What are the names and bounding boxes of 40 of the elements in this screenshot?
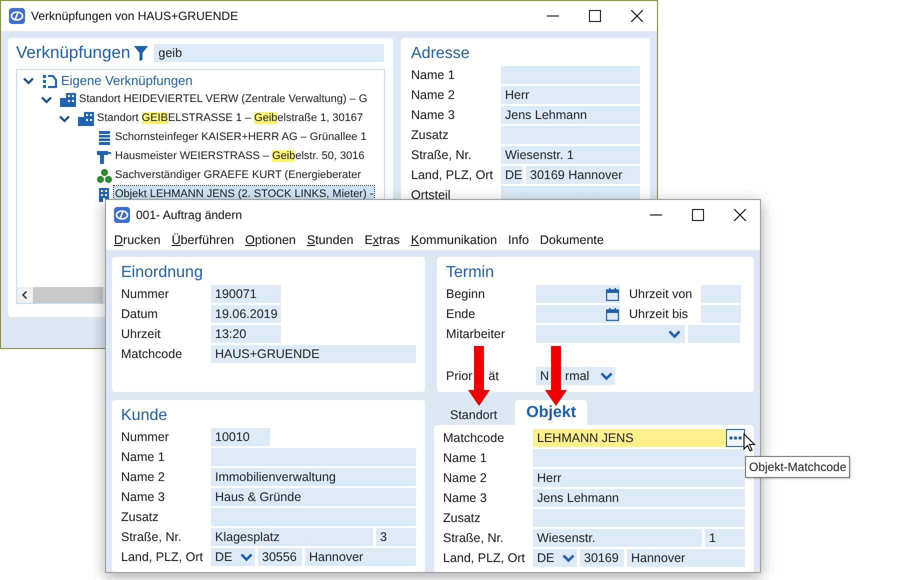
window-title: 001- Auftrag ändern	[136, 207, 242, 224]
field-label: Uhrzeit	[121, 326, 162, 343]
field-label: Nummer	[121, 286, 170, 303]
field-label: ät	[488, 368, 499, 385]
field-label: Matchcode	[121, 346, 184, 363]
field-label: Straße, Nr.	[121, 528, 182, 546]
field-label: Land, PLZ, Ort	[411, 166, 494, 184]
field-label: Name 1	[121, 448, 166, 466]
section-title: Kunde	[121, 406, 168, 426]
field-label: Name 1	[411, 66, 456, 84]
field-label: Name 3	[411, 106, 456, 124]
section-title: Adresse	[411, 44, 471, 64]
field-label: Ortsteil	[411, 186, 452, 204]
field-label: Uhrzeit bis	[628, 306, 690, 323]
window-title: Verknüpfungen von HAUS+GRUENDE	[31, 8, 238, 25]
field-label: Name 3	[443, 490, 488, 507]
section-title: Termin	[446, 263, 496, 283]
field-label: Beginn	[446, 286, 486, 303]
field-label: Land, PLZ, Ort	[121, 548, 204, 566]
field-label: Name 2	[443, 470, 488, 487]
section-title: Einordnung	[121, 263, 204, 283]
field-label: Zusatz	[411, 126, 450, 144]
field-label: Zusatz	[443, 510, 482, 527]
field-label: Straße, Nr.	[411, 146, 472, 164]
field-label: Name 2	[411, 86, 456, 104]
field-label: Zusatz	[121, 508, 160, 526]
field-label: Straße, Nr.	[443, 530, 504, 547]
field-label: Nummer	[121, 428, 170, 446]
field-label: Prior	[446, 368, 472, 385]
field-label: Name 3	[121, 488, 166, 506]
field-label: Name 1	[443, 450, 488, 467]
field-label: Matchcode	[443, 430, 506, 447]
field-label: Land, PLZ, Ort	[443, 550, 526, 567]
section-title: Verknüpfungen	[16, 42, 130, 64]
field-label: Name 2	[121, 468, 166, 486]
field-label: Mitarbeiter	[446, 326, 506, 343]
field-label: Datum	[121, 306, 159, 323]
field-label: Ende	[446, 306, 476, 323]
tooltip: Objekt-Matchcode	[745, 456, 850, 478]
field-label: Uhrzeit von	[628, 286, 694, 303]
